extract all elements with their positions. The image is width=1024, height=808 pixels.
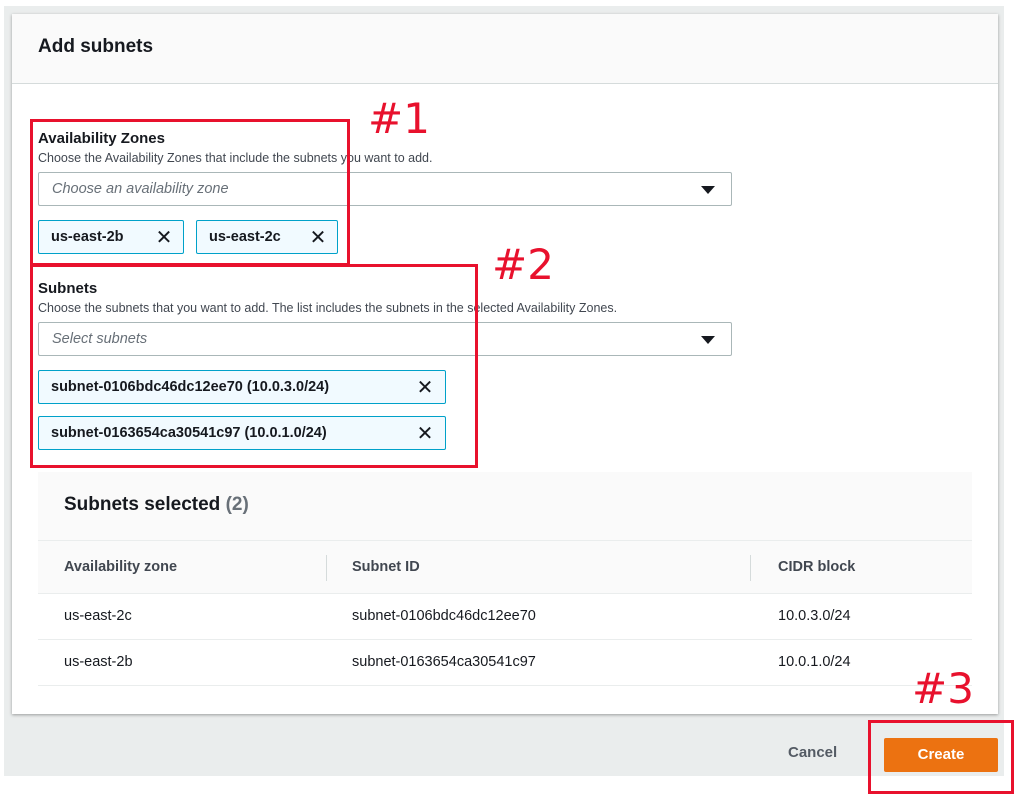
- callout-label-1: #1: [368, 94, 430, 143]
- callout-box-1: [30, 119, 350, 266]
- column-header-cidr-block[interactable]: CIDR block: [778, 559, 855, 575]
- caret-down-icon: [701, 186, 715, 194]
- column-divider[interactable]: [750, 555, 751, 581]
- table-title: Subnets selected (2): [64, 494, 249, 516]
- callout-label-2: #2: [492, 240, 554, 289]
- column-header-subnet-id[interactable]: Subnet ID: [352, 559, 420, 575]
- callout-label-3: #3: [912, 664, 974, 713]
- table-title-text: Subnets selected: [64, 494, 221, 515]
- table-header: Subnets selected (2): [38, 472, 972, 540]
- cell-availability-zone: us-east-2b: [64, 654, 133, 670]
- cell-subnet-id: subnet-0106bdc46dc12ee70: [352, 608, 536, 624]
- table-row: us-east-2c subnet-0106bdc46dc12ee70 10.0…: [38, 594, 972, 640]
- callout-box-2: [30, 264, 478, 468]
- caret-down-icon: [701, 336, 715, 344]
- cancel-button[interactable]: Cancel: [788, 744, 837, 761]
- cell-cidr-block: 10.0.1.0/24: [778, 654, 851, 670]
- table-count: (2): [225, 494, 249, 515]
- callout-box-3: [868, 720, 1014, 794]
- column-divider[interactable]: [326, 555, 327, 581]
- dialog-title: Add subnets: [38, 36, 154, 57]
- column-header-availability-zone[interactable]: Availability zone: [64, 559, 177, 575]
- cell-cidr-block: 10.0.3.0/24: [778, 608, 851, 624]
- subnets-selected-table: Subnets selected (2) Availability zone S…: [38, 472, 972, 692]
- cell-subnet-id: subnet-0163654ca30541c97: [352, 654, 536, 670]
- dialog-header: Add subnets: [12, 14, 998, 84]
- cell-availability-zone: us-east-2c: [64, 608, 132, 624]
- table-column-headers: Availability zone Subnet ID CIDR block: [38, 540, 972, 594]
- table-row: us-east-2b subnet-0163654ca30541c97 10.0…: [38, 640, 972, 686]
